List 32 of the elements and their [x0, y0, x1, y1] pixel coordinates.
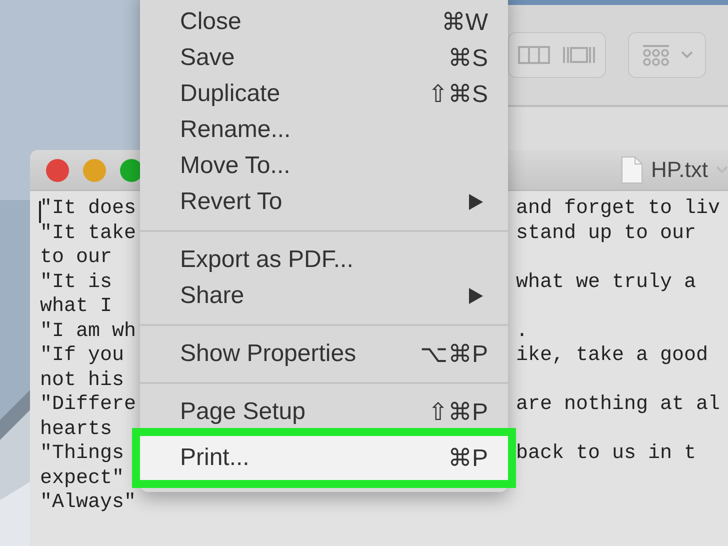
text-line: "Things	[40, 442, 124, 465]
menu-item[interactable]: Print... ⌘P	[140, 436, 508, 480]
menu-item[interactable]: Save ⌘S	[140, 40, 508, 76]
text-line: "Always"	[40, 491, 136, 514]
text-line: "I am wh	[40, 320, 136, 342]
text-line: .	[516, 320, 528, 344]
text-line: hearts	[40, 418, 112, 440]
text-line: what we truly a	[516, 270, 696, 295]
text-line: expect"	[40, 466, 124, 490]
text-line: ike, take a good	[516, 344, 708, 368]
text-line: are nothing at al	[516, 393, 720, 418]
text-line: "Differe	[40, 393, 136, 416]
menu-item[interactable]: Export as PDF...	[140, 242, 508, 278]
window-title: HP.txt	[650, 157, 708, 183]
text-line: back to us in t	[516, 442, 696, 466]
menu-item[interactable]: Show Properties ⌥⌘P	[140, 336, 508, 372]
text-line: "It take	[40, 222, 136, 244]
menu-item[interactable]: Share	[140, 278, 508, 314]
menu-item[interactable]: Duplicate ⇧⌘S	[140, 76, 508, 112]
menu-item[interactable]: Move To...	[140, 148, 508, 184]
text-line: to our	[40, 246, 112, 269]
text-line: not his	[40, 368, 124, 392]
text-line: "It is	[40, 270, 112, 294]
menu-item[interactable]: Revert To	[140, 184, 508, 220]
text-line: stand up to our	[516, 222, 696, 246]
menu-item[interactable]: Page Setup ⇧⌘P	[140, 394, 508, 430]
text-line: what I	[40, 295, 112, 318]
text-line: and forget to liv	[516, 197, 720, 222]
text-line: "If you	[40, 344, 124, 367]
menu-item[interactable]: Rename...	[140, 112, 508, 148]
menu-item[interactable]: Close ⌘W	[140, 4, 508, 40]
text-line: "It does	[40, 197, 136, 220]
